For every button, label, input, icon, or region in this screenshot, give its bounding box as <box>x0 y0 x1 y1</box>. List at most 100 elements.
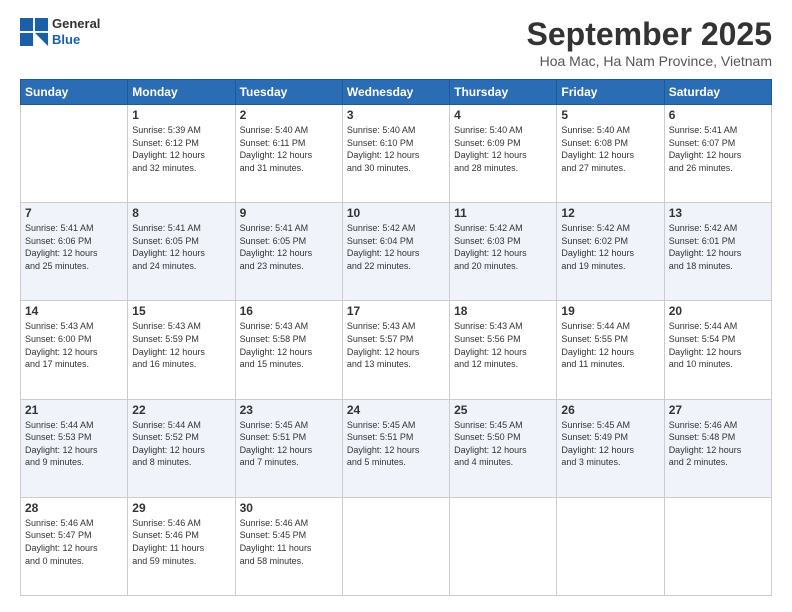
day-info: Sunrise: 5:46 AM Sunset: 5:48 PM Dayligh… <box>669 419 767 469</box>
month-title: September 2025 <box>527 16 772 53</box>
col-saturday: Saturday <box>664 80 771 105</box>
day-number: 4 <box>454 108 552 122</box>
table-row <box>21 105 128 203</box>
logo: General Blue <box>20 16 100 47</box>
day-number: 16 <box>240 304 338 318</box>
calendar-row-1: 1 Sunrise: 5:39 AM Sunset: 6:12 PM Daylig… <box>21 105 772 203</box>
day-number: 7 <box>25 206 123 220</box>
table-row: 10 Sunrise: 5:42 AM Sunset: 6:04 PM Dayli… <box>342 203 449 301</box>
day-info: Sunrise: 5:44 AM Sunset: 5:53 PM Dayligh… <box>25 419 123 469</box>
day-info: Sunrise: 5:41 AM Sunset: 6:05 PM Dayligh… <box>240 222 338 272</box>
table-row: 25 Sunrise: 5:45 AM Sunset: 5:50 PM Dayli… <box>450 399 557 497</box>
day-number: 15 <box>132 304 230 318</box>
day-info: Sunrise: 5:45 AM Sunset: 5:49 PM Dayligh… <box>561 419 659 469</box>
day-number: 25 <box>454 403 552 417</box>
day-number: 6 <box>669 108 767 122</box>
table-row: 4 Sunrise: 5:40 AM Sunset: 6:09 PM Daylig… <box>450 105 557 203</box>
day-info: Sunrise: 5:42 AM Sunset: 6:01 PM Dayligh… <box>669 222 767 272</box>
calendar-row-5: 28 Sunrise: 5:46 AM Sunset: 5:47 PM Dayli… <box>21 497 772 595</box>
calendar-table: Sunday Monday Tuesday Wednesday Thursday… <box>20 79 772 596</box>
col-monday: Monday <box>128 80 235 105</box>
day-number: 19 <box>561 304 659 318</box>
day-info: Sunrise: 5:45 AM Sunset: 5:51 PM Dayligh… <box>347 419 445 469</box>
day-info: Sunrise: 5:46 AM Sunset: 5:46 PM Dayligh… <box>132 517 230 567</box>
day-number: 24 <box>347 403 445 417</box>
header: General Blue September 2025 Hoa Mac, Ha … <box>20 16 772 69</box>
day-info: Sunrise: 5:43 AM Sunset: 5:56 PM Dayligh… <box>454 320 552 370</box>
day-info: Sunrise: 5:46 AM Sunset: 5:47 PM Dayligh… <box>25 517 123 567</box>
location: Hoa Mac, Ha Nam Province, Vietnam <box>527 53 772 69</box>
table-row: 15 Sunrise: 5:43 AM Sunset: 5:59 PM Dayli… <box>128 301 235 399</box>
day-number: 13 <box>669 206 767 220</box>
day-number: 26 <box>561 403 659 417</box>
day-info: Sunrise: 5:45 AM Sunset: 5:50 PM Dayligh… <box>454 419 552 469</box>
col-friday: Friday <box>557 80 664 105</box>
table-row: 8 Sunrise: 5:41 AM Sunset: 6:05 PM Daylig… <box>128 203 235 301</box>
day-number: 11 <box>454 206 552 220</box>
col-wednesday: Wednesday <box>342 80 449 105</box>
day-info: Sunrise: 5:41 AM Sunset: 6:05 PM Dayligh… <box>132 222 230 272</box>
table-row: 11 Sunrise: 5:42 AM Sunset: 6:03 PM Dayli… <box>450 203 557 301</box>
table-row: 29 Sunrise: 5:46 AM Sunset: 5:46 PM Dayli… <box>128 497 235 595</box>
table-row: 5 Sunrise: 5:40 AM Sunset: 6:08 PM Daylig… <box>557 105 664 203</box>
day-info: Sunrise: 5:40 AM Sunset: 6:11 PM Dayligh… <box>240 124 338 174</box>
table-row: 18 Sunrise: 5:43 AM Sunset: 5:56 PM Dayli… <box>450 301 557 399</box>
calendar-header-row: Sunday Monday Tuesday Wednesday Thursday… <box>21 80 772 105</box>
table-row <box>342 497 449 595</box>
day-info: Sunrise: 5:41 AM Sunset: 6:06 PM Dayligh… <box>25 222 123 272</box>
day-info: Sunrise: 5:40 AM Sunset: 6:09 PM Dayligh… <box>454 124 552 174</box>
table-row <box>557 497 664 595</box>
day-info: Sunrise: 5:39 AM Sunset: 6:12 PM Dayligh… <box>132 124 230 174</box>
day-info: Sunrise: 5:41 AM Sunset: 6:07 PM Dayligh… <box>669 124 767 174</box>
day-number: 29 <box>132 501 230 515</box>
table-row: 14Sunrise: 5:43 AM Sunset: 6:00 PM Dayli… <box>21 301 128 399</box>
day-number: 28 <box>25 501 123 515</box>
table-row: 28 Sunrise: 5:46 AM Sunset: 5:47 PM Dayli… <box>21 497 128 595</box>
day-number: 30 <box>240 501 338 515</box>
day-number: 5 <box>561 108 659 122</box>
day-number: 8 <box>132 206 230 220</box>
table-row: 2Sunrise: 5:40 AM Sunset: 6:11 PM Daylig… <box>235 105 342 203</box>
table-row <box>450 497 557 595</box>
table-row: 9Sunrise: 5:41 AM Sunset: 6:05 PM Daylig… <box>235 203 342 301</box>
title-block: September 2025 Hoa Mac, Ha Nam Province,… <box>527 16 772 69</box>
col-tuesday: Tuesday <box>235 80 342 105</box>
day-info: Sunrise: 5:43 AM Sunset: 5:57 PM Dayligh… <box>347 320 445 370</box>
day-info: Sunrise: 5:43 AM Sunset: 6:00 PM Dayligh… <box>25 320 123 370</box>
day-info: Sunrise: 5:43 AM Sunset: 5:59 PM Dayligh… <box>132 320 230 370</box>
table-row: 19 Sunrise: 5:44 AM Sunset: 5:55 PM Dayli… <box>557 301 664 399</box>
calendar-row-2: 7 Sunrise: 5:41 AM Sunset: 6:06 PM Daylig… <box>21 203 772 301</box>
logo-text: General Blue <box>52 16 100 47</box>
day-number: 22 <box>132 403 230 417</box>
day-number: 18 <box>454 304 552 318</box>
table-row: 27Sunrise: 5:46 AM Sunset: 5:48 PM Dayli… <box>664 399 771 497</box>
table-row: 20Sunrise: 5:44 AM Sunset: 5:54 PM Dayli… <box>664 301 771 399</box>
day-number: 20 <box>669 304 767 318</box>
table-row: 22 Sunrise: 5:44 AM Sunset: 5:52 PM Dayli… <box>128 399 235 497</box>
day-info: Sunrise: 5:44 AM Sunset: 5:55 PM Dayligh… <box>561 320 659 370</box>
table-row: 24 Sunrise: 5:45 AM Sunset: 5:51 PM Dayli… <box>342 399 449 497</box>
table-row: 30 Sunrise: 5:46 AM Sunset: 5:45 PM Dayli… <box>235 497 342 595</box>
col-thursday: Thursday <box>450 80 557 105</box>
table-row: 3Sunrise: 5:40 AM Sunset: 6:10 PM Daylig… <box>342 105 449 203</box>
table-row: 26 Sunrise: 5:45 AM Sunset: 5:49 PM Dayli… <box>557 399 664 497</box>
day-info: Sunrise: 5:43 AM Sunset: 5:58 PM Dayligh… <box>240 320 338 370</box>
day-info: Sunrise: 5:42 AM Sunset: 6:04 PM Dayligh… <box>347 222 445 272</box>
day-number: 10 <box>347 206 445 220</box>
day-info: Sunrise: 5:46 AM Sunset: 5:45 PM Dayligh… <box>240 517 338 567</box>
table-row: 12 Sunrise: 5:42 AM Sunset: 6:02 PM Dayli… <box>557 203 664 301</box>
day-number: 12 <box>561 206 659 220</box>
day-number: 1 <box>132 108 230 122</box>
table-row: 1 Sunrise: 5:39 AM Sunset: 6:12 PM Daylig… <box>128 105 235 203</box>
day-info: Sunrise: 5:42 AM Sunset: 6:03 PM Dayligh… <box>454 222 552 272</box>
day-info: Sunrise: 5:42 AM Sunset: 6:02 PM Dayligh… <box>561 222 659 272</box>
day-info: Sunrise: 5:40 AM Sunset: 6:08 PM Dayligh… <box>561 124 659 174</box>
table-row: 16 Sunrise: 5:43 AM Sunset: 5:58 PM Dayli… <box>235 301 342 399</box>
day-info: Sunrise: 5:44 AM Sunset: 5:52 PM Dayligh… <box>132 419 230 469</box>
day-info: Sunrise: 5:45 AM Sunset: 5:51 PM Dayligh… <box>240 419 338 469</box>
page: General Blue September 2025 Hoa Mac, Ha … <box>0 0 792 612</box>
table-row: 21Sunrise: 5:44 AM Sunset: 5:53 PM Dayli… <box>21 399 128 497</box>
table-row: 7 Sunrise: 5:41 AM Sunset: 6:06 PM Daylig… <box>21 203 128 301</box>
day-number: 17 <box>347 304 445 318</box>
calendar-row-4: 21Sunrise: 5:44 AM Sunset: 5:53 PM Dayli… <box>21 399 772 497</box>
